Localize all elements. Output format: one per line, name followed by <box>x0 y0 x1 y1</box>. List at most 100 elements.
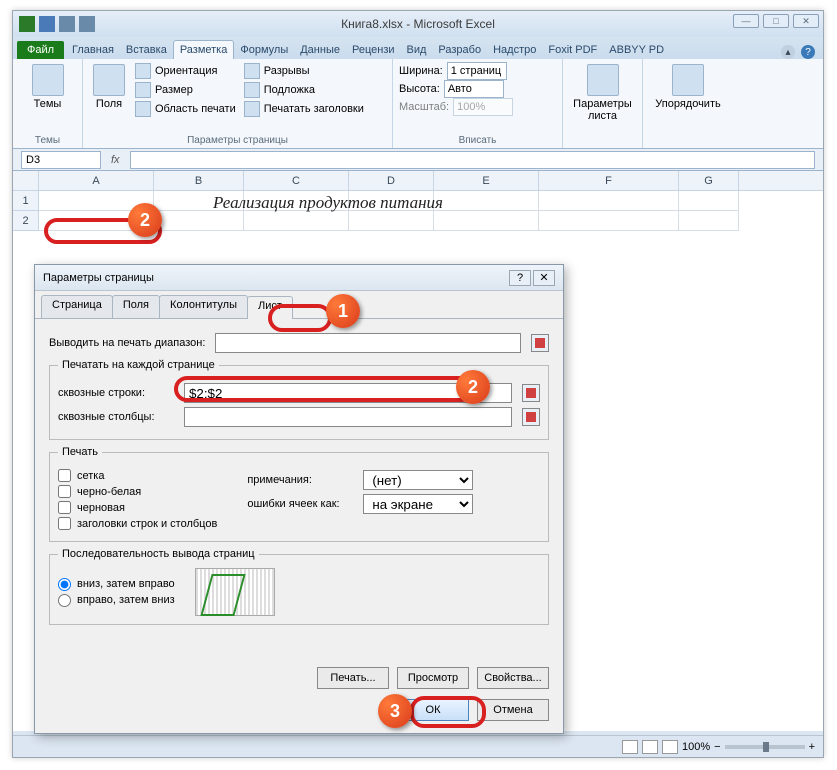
view-break-icon[interactable] <box>662 740 678 754</box>
badge-1: 1 <box>326 294 360 328</box>
dtab-sheet[interactable]: Лист <box>247 296 293 319</box>
errors-select[interactable]: на экране <box>363 494 473 514</box>
minimize-button[interactable]: — <box>733 14 759 28</box>
window-controls: — □ ✕ <box>733 14 819 28</box>
col-header-e[interactable]: E <box>434 171 539 190</box>
group-page-setup: Поля Ориентация Размер Область печати Ра… <box>83 59 393 148</box>
file-tab[interactable]: Файл <box>17 41 64 59</box>
dtab-headerfooter[interactable]: Колонтитулы <box>159 295 248 318</box>
orientation-button[interactable]: Ориентация <box>133 62 238 80</box>
col-header-g[interactable]: G <box>679 171 739 190</box>
tab-view[interactable]: Вид <box>401 41 433 59</box>
col-header-b[interactable]: B <box>154 171 244 190</box>
save-icon[interactable] <box>39 16 55 32</box>
size-icon <box>135 82 151 98</box>
print-button[interactable]: Печать... <box>317 667 389 689</box>
excel-icon <box>19 16 35 32</box>
print-titles-button[interactable]: Печатать заголовки <box>242 100 366 118</box>
tab-addins[interactable]: Надстро <box>487 41 542 59</box>
tab-insert[interactable]: Вставка <box>120 41 173 59</box>
zoom-value[interactable]: 100% <box>682 741 710 753</box>
badge-2-sheet: 2 <box>128 203 162 237</box>
arrange-button[interactable]: Упорядочить <box>649 62 727 112</box>
order-legend: Последовательность вывода страниц <box>58 548 259 560</box>
cols-repeat-label: сквозные столбцы: <box>58 411 178 423</box>
tab-review[interactable]: Рецензи <box>346 41 401 59</box>
cols-repeat-input[interactable] <box>184 407 512 427</box>
background-button[interactable]: Подложка <box>242 81 366 99</box>
titlebar: Книга8.xlsx - Microsoft Excel — □ ✕ <box>13 11 823 37</box>
height-input[interactable] <box>444 80 504 98</box>
rows-repeat-label: сквозные строки: <box>58 387 178 399</box>
breaks-button[interactable]: Разрывы <box>242 62 366 80</box>
breaks-icon <box>244 63 260 79</box>
print-range-input[interactable] <box>215 333 521 353</box>
help-icon[interactable]: ? <box>801 45 815 59</box>
tab-home[interactable]: Главная <box>66 41 120 59</box>
dtab-margins[interactable]: Поля <box>112 295 160 318</box>
size-button[interactable]: Размер <box>133 81 238 99</box>
formula-input[interactable] <box>130 151 815 169</box>
dialog-tabs: Страница Поля Колонтитулы Лист <box>35 295 563 319</box>
preview-button[interactable]: Просмотр <box>397 667 469 689</box>
select-all-corner[interactable] <box>13 171 39 190</box>
width-input[interactable] <box>447 62 507 80</box>
rows-repeat-picker[interactable] <box>522 384 540 402</box>
height-label: Высота: <box>399 83 440 95</box>
col-header-a[interactable]: A <box>39 171 154 190</box>
tab-developer[interactable]: Разрабо <box>432 41 487 59</box>
group-page-setup-label: Параметры страницы <box>89 133 386 146</box>
comments-select[interactable]: (нет) <box>363 470 473 490</box>
tab-foxit[interactable]: Foxit PDF <box>542 41 603 59</box>
cancel-button[interactable]: Отмена <box>477 699 549 721</box>
dtab-page[interactable]: Страница <box>41 295 113 318</box>
themes-button[interactable]: Темы <box>19 62 76 112</box>
chk-gridlines[interactable] <box>58 469 71 482</box>
cols-repeat-picker[interactable] <box>522 408 540 426</box>
radio-over-down[interactable] <box>58 594 71 607</box>
col-header-c[interactable]: C <box>244 171 349 190</box>
chk-bw[interactable] <box>58 485 71 498</box>
dialog-help-button[interactable]: ? <box>509 270 531 286</box>
tab-data[interactable]: Данные <box>294 41 346 59</box>
view-normal-icon[interactable] <box>622 740 638 754</box>
col-header-d[interactable]: D <box>349 171 434 190</box>
col-header-f[interactable]: F <box>539 171 679 190</box>
tab-abbyy[interactable]: ABBYY PD <box>603 41 670 59</box>
close-button[interactable]: ✕ <box>793 14 819 28</box>
formula-bar: D3 fx <box>13 149 823 171</box>
dialog-title: Параметры страницы <box>43 272 154 284</box>
row-header[interactable]: 2 <box>13 211 39 231</box>
chk-headings[interactable] <box>58 517 71 530</box>
properties-button[interactable]: Свойства... <box>477 667 549 689</box>
arrange-label: Упорядочить <box>655 98 720 110</box>
undo-icon[interactable] <box>59 16 75 32</box>
group-arrange: Упорядочить <box>643 59 733 148</box>
chk-draft[interactable] <box>58 501 71 514</box>
sheet-title-text: Реализация продуктов питания <box>213 193 443 213</box>
row-header[interactable]: 1 <box>13 191 39 211</box>
tab-formulas[interactable]: Формулы <box>234 41 294 59</box>
margins-button[interactable]: Поля <box>89 62 129 124</box>
minimize-ribbon-icon[interactable]: ▴ <box>781 45 795 59</box>
radio-down-over[interactable] <box>58 578 71 591</box>
dialog-close-button[interactable]: ✕ <box>533 270 555 286</box>
print-area-icon <box>135 101 151 117</box>
zoom-slider[interactable] <box>725 745 805 749</box>
themes-label: Темы <box>34 98 62 110</box>
redo-icon[interactable] <box>79 16 95 32</box>
name-box[interactable]: D3 <box>21 151 101 169</box>
print-range-picker[interactable] <box>531 334 549 352</box>
group-themes: Темы Темы <box>13 59 83 148</box>
page-setup-dialog: Параметры страницы ? ✕ Страница Поля Кол… <box>34 264 564 734</box>
zoom-in-button[interactable]: + <box>809 741 815 753</box>
sheet-options-button[interactable]: Параметры листа <box>569 62 636 124</box>
statusbar: 100% − + <box>13 735 823 757</box>
print-area-button[interactable]: Область печати <box>133 100 238 118</box>
zoom-out-button[interactable]: − <box>714 741 720 753</box>
maximize-button[interactable]: □ <box>763 14 789 28</box>
tab-page-layout[interactable]: Разметка <box>173 40 235 59</box>
order-fieldset: Последовательность вывода страниц вниз, … <box>49 548 549 625</box>
view-layout-icon[interactable] <box>642 740 658 754</box>
fx-icon[interactable]: fx <box>111 154 120 166</box>
